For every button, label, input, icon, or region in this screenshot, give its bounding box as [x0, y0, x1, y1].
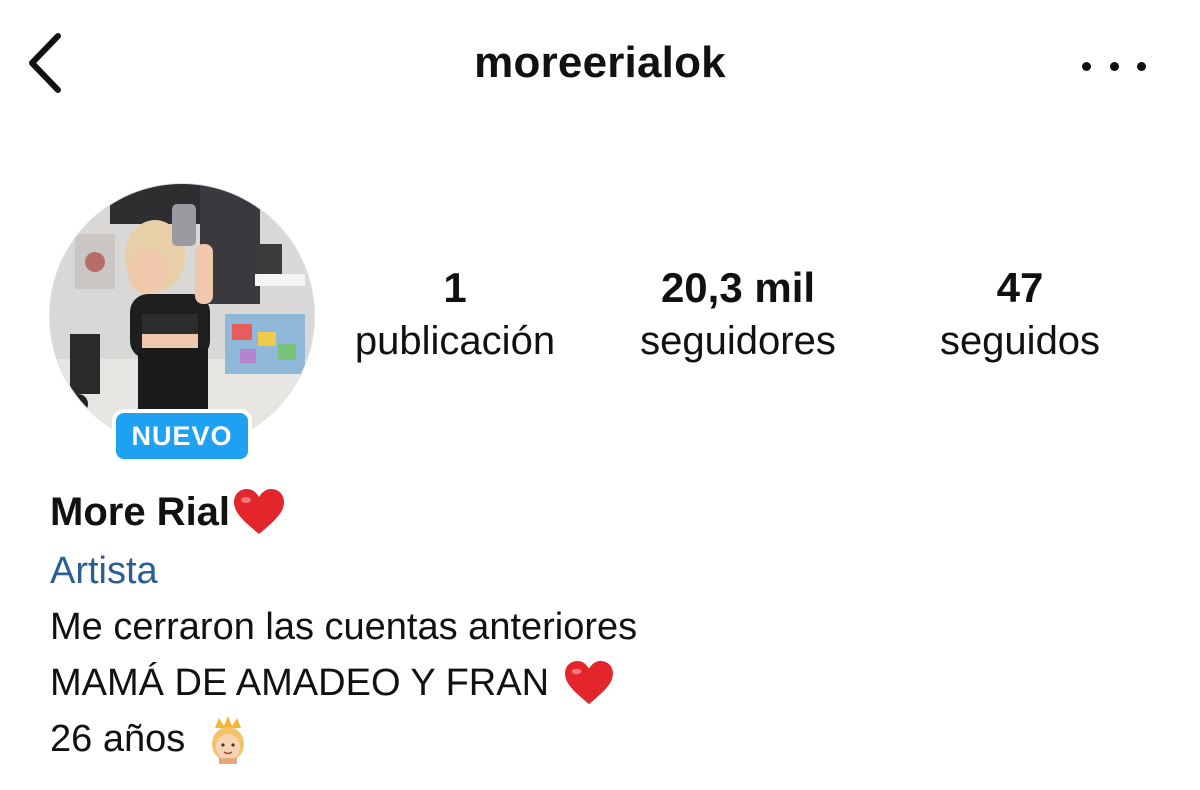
display-name-text: More Rial [50, 489, 231, 534]
posts-count: 1 [443, 264, 467, 311]
stat-following[interactable]: 47 seguidos [900, 262, 1140, 368]
more-horizontal-icon [1082, 61, 1091, 71]
stat-followers[interactable]: 20,3 mil seguidores [608, 262, 868, 368]
more-options-button[interactable] [1082, 48, 1146, 84]
new-account-badge: NUEVO [112, 409, 252, 463]
bio-line: Me cerraron las cuentas anteriores [50, 606, 637, 649]
following-label: seguidos [939, 319, 1101, 363]
following-count: 47 [996, 264, 1044, 311]
bio-line: 26 años [50, 714, 253, 764]
followers-count: 20,3 mil [660, 264, 816, 311]
profile-username: moreerialok [474, 38, 726, 87]
bio-line: MAMÁ DE AMADEO Y FRAN [50, 660, 615, 706]
bio-line-text: Me cerraron las cuentas anteriores [50, 606, 638, 648]
followers-label: seguidores [640, 319, 836, 363]
heart-icon [234, 489, 285, 534]
bio-line-text: MAMÁ DE AMADEO Y FRAN [50, 661, 550, 704]
profile-display-name: More Rial [50, 488, 286, 536]
stat-posts[interactable]: 1 publicación [330, 262, 580, 368]
heart-icon [565, 660, 613, 705]
bio-line-text: 26 años [50, 717, 186, 760]
profile-screen: moreerialok NUEVO 1 publicación 20,3 mil… [0, 0, 1200, 790]
profile-category[interactable]: Artista [50, 550, 158, 593]
posts-label: publicación [354, 319, 556, 363]
princess-icon [212, 716, 245, 764]
